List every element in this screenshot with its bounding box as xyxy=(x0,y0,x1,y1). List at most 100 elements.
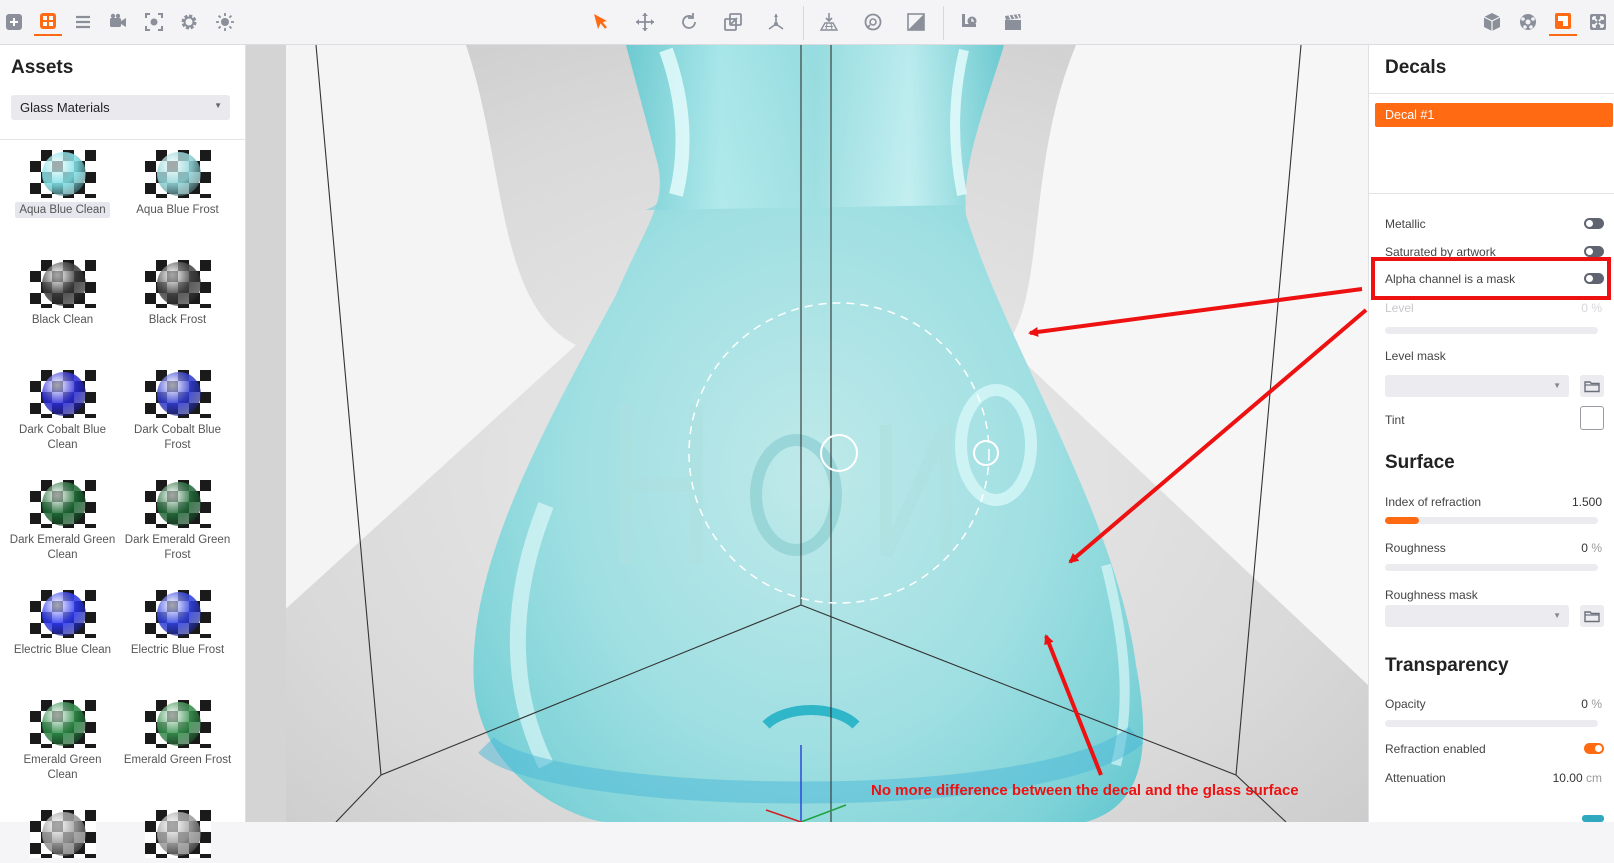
material-sphere xyxy=(156,592,201,636)
fullscreen-icon[interactable] xyxy=(1584,8,1612,36)
asset-name-text: Emerald Green Frost xyxy=(123,754,232,766)
asset-name-text: Emerald Green Clean xyxy=(23,754,102,781)
asset-item[interactable]: Black Clean xyxy=(5,260,120,328)
divider xyxy=(1369,93,1614,94)
roughness-label: Roughness xyxy=(1385,541,1446,555)
ior-slider-fill xyxy=(1385,517,1420,524)
opacity-label: Opacity xyxy=(1385,697,1426,711)
attenuation-value[interactable]: 10.00 cm xyxy=(1553,771,1602,785)
annotation-caption: No more difference between the decal and… xyxy=(871,782,1299,799)
saturated-toggle[interactable] xyxy=(1584,246,1604,257)
material-thumbnail xyxy=(29,370,96,418)
material-sphere xyxy=(156,372,201,416)
roughness-mask-label: Roughness mask xyxy=(1385,588,1478,602)
material-sphere xyxy=(156,152,201,196)
ground-icon[interactable] xyxy=(815,8,843,36)
divider xyxy=(0,139,246,140)
asset-name: Dark Emerald Green Frost xyxy=(120,533,235,563)
clapper-icon[interactable] xyxy=(999,8,1027,36)
asset-item[interactable] xyxy=(120,810,235,863)
camera-icon[interactable] xyxy=(104,8,132,36)
category-select[interactable]: Glass Materials ▼ xyxy=(11,95,230,120)
3d-viewport[interactable] xyxy=(246,45,1368,822)
attenuation-label: Attenuation xyxy=(1385,771,1446,785)
asset-item[interactable]: Dark Cobalt Blue Frost xyxy=(120,370,235,453)
grid-icon[interactable] xyxy=(34,8,62,36)
material-thumbnail xyxy=(144,370,211,418)
assets-title: Assets xyxy=(11,57,74,78)
level-mask-select[interactable]: ▼ xyxy=(1385,375,1569,397)
highlight-box xyxy=(1371,257,1611,300)
asset-item[interactable]: Aqua Blue Frost xyxy=(120,150,235,218)
asset-item[interactable]: Electric Blue Clean xyxy=(5,590,120,658)
cube-icon[interactable] xyxy=(1478,8,1506,36)
asset-name: Black Frost xyxy=(120,313,235,328)
material-thumbnail xyxy=(29,260,96,308)
surface-title: Surface xyxy=(1385,452,1455,473)
material-sphere xyxy=(156,702,201,746)
asset-item[interactable]: Emerald Green Frost xyxy=(120,700,235,768)
asset-name-text: Dark Cobalt Blue Frost xyxy=(134,424,221,451)
asset-name-text: Black Frost xyxy=(148,314,207,326)
asset-item[interactable]: Aqua Blue Clean xyxy=(5,150,120,218)
folder-icon[interactable] xyxy=(1580,605,1604,627)
asset-item[interactable]: Emerald Green Clean xyxy=(5,700,120,783)
material-thumbnail xyxy=(29,700,96,748)
roughness-mask-select[interactable]: ▼ xyxy=(1385,605,1569,627)
material-thumbnail xyxy=(144,700,211,748)
asset-item[interactable]: Dark Emerald Green Clean xyxy=(5,480,120,563)
refraction-toggle[interactable] xyxy=(1584,743,1604,754)
tint-swatch[interactable] xyxy=(1580,406,1604,430)
metallic-toggle[interactable] xyxy=(1584,218,1604,229)
asset-name: Emerald Green Frost xyxy=(120,753,235,768)
light-icon[interactable] xyxy=(211,8,239,36)
material-sphere xyxy=(41,152,86,196)
material-sphere xyxy=(156,482,201,526)
ball-icon[interactable] xyxy=(1514,8,1542,36)
decal-list-item[interactable]: Decal #1 xyxy=(1375,103,1613,127)
focus-icon[interactable] xyxy=(140,8,168,36)
asset-item[interactable] xyxy=(5,810,120,863)
roughness-slider[interactable] xyxy=(1385,564,1598,571)
asset-name-text: Dark Emerald Green Clean xyxy=(9,534,116,561)
opacity-slider[interactable] xyxy=(1385,720,1598,727)
level-slider[interactable] xyxy=(1385,327,1598,334)
decals-title: Decals xyxy=(1385,57,1447,78)
gear-icon[interactable] xyxy=(175,8,203,36)
asset-name: Electric Blue Frost xyxy=(120,643,235,658)
asset-name: Aqua Blue Frost xyxy=(120,203,235,218)
asset-item[interactable]: Black Frost xyxy=(120,260,235,328)
add-icon[interactable] xyxy=(0,8,28,36)
asset-name-text: Dark Emerald Green Frost xyxy=(124,534,231,561)
asset-item[interactable]: Dark Cobalt Blue Clean xyxy=(5,370,120,453)
material-sphere xyxy=(41,702,86,746)
material-thumbnail xyxy=(29,810,96,858)
layout-icon[interactable] xyxy=(1549,8,1577,36)
orbit-icon[interactable] xyxy=(859,8,887,36)
material-sphere xyxy=(41,812,86,856)
chevron-down-icon: ▼ xyxy=(1553,381,1561,390)
asset-item[interactable]: Electric Blue Frost xyxy=(120,590,235,658)
menu-icon[interactable] xyxy=(69,8,97,36)
clock-icon[interactable] xyxy=(955,8,983,36)
move-icon[interactable] xyxy=(631,8,659,36)
rotate-icon[interactable] xyxy=(675,8,703,36)
ior-value: 1.500 xyxy=(1571,495,1602,509)
asset-name-text: Black Clean xyxy=(31,314,94,326)
material-thumbnail xyxy=(144,150,211,198)
attenuation-color-swatch[interactable] xyxy=(1582,815,1604,822)
ior-slider[interactable] xyxy=(1385,517,1598,524)
material-thumbnail xyxy=(29,480,96,528)
asset-name: Dark Emerald Green Clean xyxy=(5,533,120,563)
select-icon[interactable] xyxy=(587,8,615,36)
shade-icon[interactable] xyxy=(902,8,930,36)
folder-icon[interactable] xyxy=(1580,375,1604,397)
scale-icon[interactable] xyxy=(719,8,747,36)
asset-name-text: Dark Cobalt Blue Clean xyxy=(19,424,106,451)
material-thumbnail xyxy=(29,150,96,198)
pivot-icon[interactable] xyxy=(762,8,790,36)
toolbar-separator xyxy=(803,6,804,40)
asset-item[interactable]: Dark Emerald Green Frost xyxy=(120,480,235,563)
tint-label: Tint xyxy=(1385,413,1405,427)
material-thumbnail xyxy=(144,480,211,528)
